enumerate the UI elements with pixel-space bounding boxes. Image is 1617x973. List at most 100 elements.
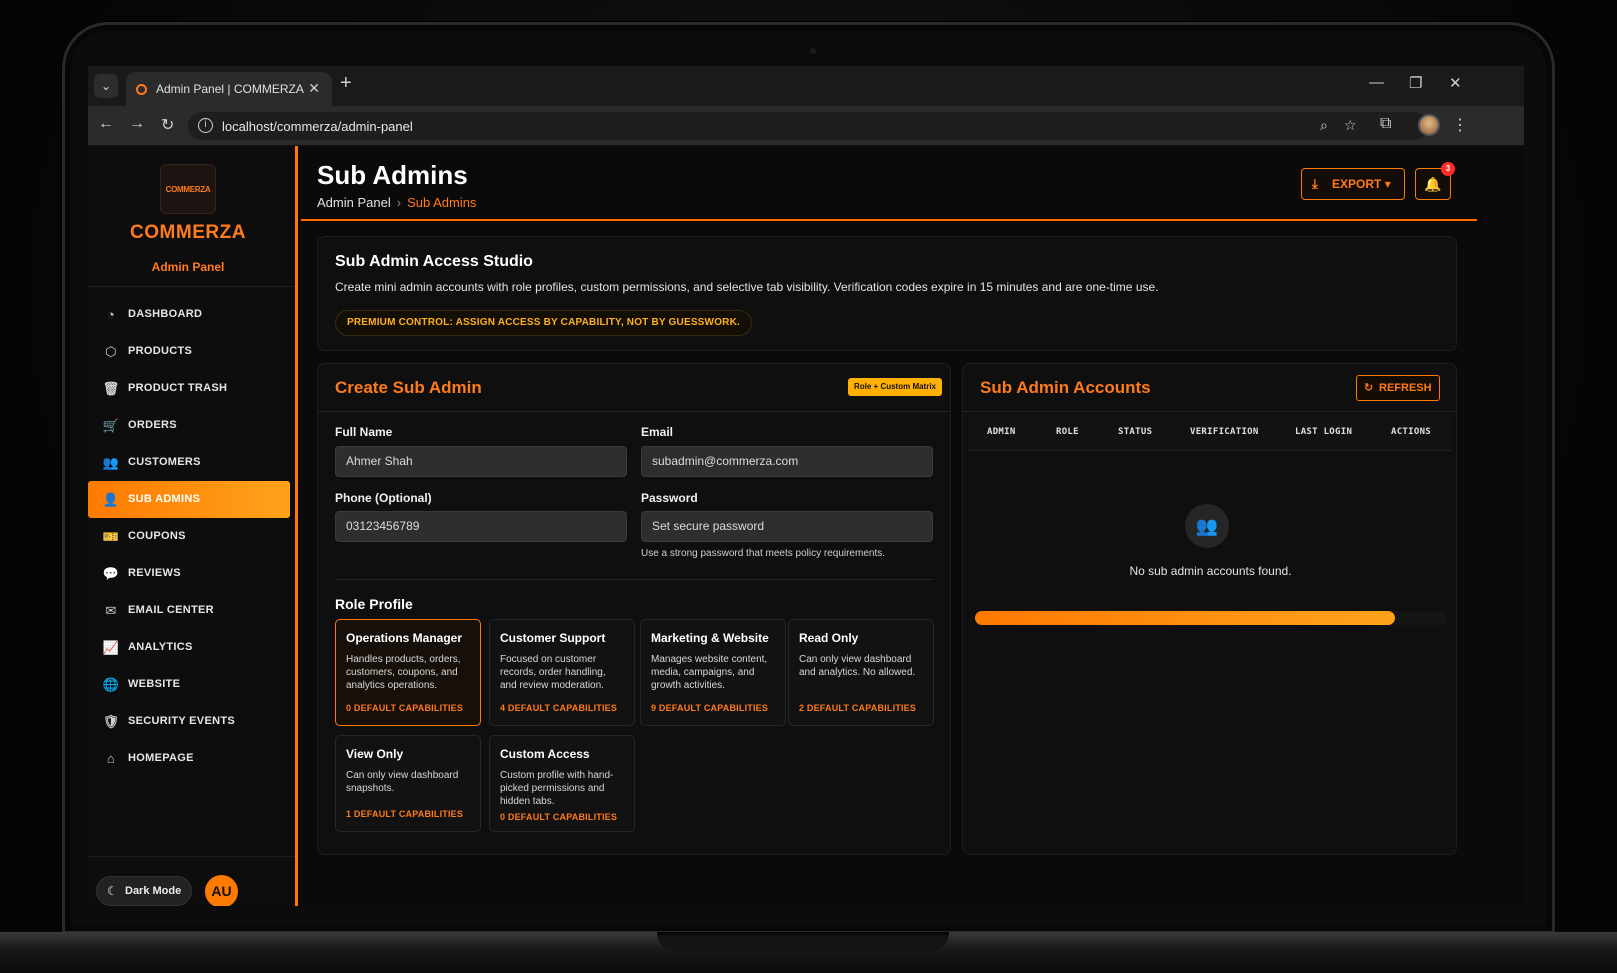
sidebar-item-label: CUSTOMERS	[128, 456, 201, 468]
zoom-icon[interactable]: ⌕	[1320, 117, 1328, 134]
role-description: Can only view dashboard snapshots.	[346, 770, 459, 794]
column-role[interactable]: ROLE	[1056, 427, 1079, 437]
role-card-customer-support[interactable]: Customer Support Focused on customer rec…	[489, 619, 635, 726]
sidebar-divider-bottom	[88, 856, 295, 857]
cart-icon: 🛒	[102, 418, 120, 433]
role-name: View Only	[346, 747, 404, 761]
kebab-menu-icon[interactable]: ⋮	[1452, 115, 1468, 135]
role-description: Focused on customer records, order handl…	[500, 654, 606, 691]
role-profile-title: Role Profile	[335, 596, 413, 612]
browser-toolbar: ← → ↻ i localhost/commerza/admin-panel ⌕…	[88, 106, 1524, 146]
main-content: Sub Admins Admin Panel › Sub Admins ⤓ EXPOR…	[301, 146, 1524, 906]
restore-icon[interactable]: ❐	[1409, 74, 1422, 92]
bookmark-star-icon[interactable]: ☆	[1344, 117, 1357, 134]
brand-subtitle: Admin Panel	[151, 260, 225, 274]
sidebar-item-homepage[interactable]: ⌂ HOMEPAGE	[88, 740, 295, 777]
sidebar-item-orders[interactable]: 🛒 ORDERS	[88, 407, 295, 444]
scroll-progress-fill[interactable]	[975, 611, 1396, 625]
full-name-input[interactable]: Ahmer Shah	[335, 446, 627, 477]
password-input[interactable]: Set secure password	[641, 511, 933, 542]
user-shield-icon: 👤	[102, 492, 120, 507]
column-status[interactable]: STATUS	[1118, 427, 1152, 437]
studio-description: Create mini admin accounts with role pro…	[335, 280, 1159, 294]
bell-icon: 🔔	[1424, 176, 1442, 192]
column-last-login[interactable]: LAST LOGIN	[1295, 427, 1352, 437]
minimize-icon[interactable]: —	[1369, 74, 1384, 91]
sidebar-item-product-trash[interactable]: 🗑 PRODUCT TRASH	[88, 370, 295, 407]
new-tab-icon[interactable]: +	[340, 72, 352, 95]
home-icon: ⌂	[106, 751, 116, 766]
address-bar[interactable]: i localhost/commerza/admin-panel ⌕ ☆	[188, 112, 1428, 140]
sidebar-divider	[88, 286, 295, 287]
webcam	[810, 48, 816, 54]
back-icon[interactable]: ←	[98, 115, 114, 133]
column-admin[interactable]: ADMIN	[987, 427, 1016, 437]
column-actions[interactable]: ACTIONS	[1391, 427, 1431, 437]
studio-title: Sub Admin Access Studio	[335, 253, 533, 270]
sidebar-item-sub-admins[interactable]: 👤 SUB ADMINS	[88, 481, 290, 518]
moon-icon: ☾	[107, 884, 118, 898]
role-card-custom-access[interactable]: Custom Access Custom profile with hand-p…	[489, 735, 635, 832]
notification-badge: 3	[1441, 162, 1455, 176]
page-header: Sub Admins Admin Panel › Sub Admins ⤓ EXPOR…	[301, 146, 1477, 221]
forward-icon[interactable]: →	[129, 115, 145, 133]
close-window-icon[interactable]: ✕	[1449, 74, 1462, 92]
role-name: Read Only	[799, 631, 859, 645]
sidebar-item-coupons[interactable]: 🎫 COUPONS	[88, 518, 295, 555]
sidebar-item-dashboard[interactable]: ◔ DASHBOARD	[88, 296, 295, 333]
refresh-button[interactable]: ↻ REFRESH	[1356, 375, 1440, 401]
trash-icon: 🗑	[102, 381, 120, 396]
role-name: Customer Support	[500, 631, 606, 645]
sidebar-item-label: ORDERS	[128, 419, 177, 431]
role-matrix-tag: Role + Custom Matrix	[847, 378, 942, 396]
sidebar-item-analytics[interactable]: 📈 ANALYTICS	[88, 629, 295, 666]
create-card-header: Create Sub Admin Role + Custom Matrix	[318, 364, 950, 412]
reload-icon[interactable]: ↻	[161, 115, 174, 135]
sidebar-item-website[interactable]: 🌐 WEBSITE	[88, 666, 295, 703]
role-card-read-only[interactable]: Read Only Can only view dashboard and an…	[788, 619, 934, 726]
breadcrumb-root[interactable]: Admin Panel	[317, 195, 391, 210]
sidebar-item-customers[interactable]: 👥 CUSTOMERS	[88, 444, 295, 481]
tab-search-icon[interactable]: ⌄	[94, 74, 118, 98]
sidebar-item-label: HOMEPAGE	[128, 752, 194, 764]
phone-input[interactable]: 03123456789	[335, 511, 627, 542]
browser-tab[interactable]: Admin Panel | COMMERZA ✕	[126, 72, 332, 106]
role-card-marketing-website[interactable]: Marketing & Website Manages website cont…	[640, 619, 786, 726]
device-backdrop: ⌄ Admin Panel | COMMERZA ✕ + — ❐ ✕ ← → ↻…	[0, 0, 1617, 973]
profile-avatar[interactable]	[1418, 114, 1440, 136]
sidebar-item-email-center[interactable]: ✉ EMAIL CENTER	[88, 592, 295, 629]
column-verification[interactable]: VERIFICATION	[1190, 427, 1259, 437]
page-title: Sub Admins	[317, 160, 468, 190]
dark-mode-label: Dark Mode	[125, 885, 182, 897]
sidebar-item-label: ANALYTICS	[128, 641, 193, 653]
email-label: Email	[641, 425, 674, 439]
role-card-operations-manager[interactable]: Operations Manager Handles products, ord…	[335, 619, 481, 726]
role-description: Can only view dashboard and analytics. N…	[799, 654, 916, 678]
email-input[interactable]: subadmin@commerza.com	[641, 446, 933, 477]
role-capabilities: 1 DEFAULT CAPABILITIES	[346, 809, 464, 819]
access-studio-card: Sub Admin Access Studio Create mini admi…	[317, 236, 1457, 351]
close-tab-icon[interactable]: ✕	[308, 80, 320, 97]
export-button[interactable]: ⤓ EXPORT ▾	[1301, 168, 1405, 200]
refresh-label: REFRESH	[1379, 382, 1432, 394]
create-sub-admin-card: Create Sub Admin Role + Custom Matrix Fu…	[317, 363, 951, 855]
user-avatar[interactable]: AU	[205, 875, 238, 906]
role-capabilities: 0 DEFAULT CAPABILITIES	[346, 703, 464, 713]
sidebar-item-security-events[interactable]: 🛡 SECURITY EVENTS	[88, 703, 295, 740]
sidebar-item-reviews[interactable]: 💬 REVIEWS	[88, 555, 295, 592]
role-card-view-only[interactable]: View Only Can only view dashboard snapsh…	[335, 735, 481, 832]
form-divider	[335, 579, 933, 580]
role-name: Operations Manager	[346, 631, 463, 645]
premium-control-pill: PREMIUM CONTROL: ASSIGN ACCESS BY CAPABI…	[335, 310, 752, 336]
dark-mode-toggle[interactable]: ☾ Dark Mode	[96, 876, 192, 906]
site-info-icon[interactable]: i	[198, 118, 213, 133]
sidebar-item-label: EMAIL CENTER	[128, 604, 214, 616]
sidebar-item-label: REVIEWS	[128, 567, 181, 579]
role-name: Custom Access	[500, 747, 590, 761]
tab-title: Admin Panel | COMMERZA	[156, 82, 304, 96]
extensions-icon[interactable]: ⧉	[1380, 115, 1391, 133]
analytics-icon: 📈	[102, 640, 120, 655]
download-icon: ⤓	[1312, 176, 1318, 191]
sidebar-item-products[interactable]: ⬡ PRODUCTS	[88, 333, 295, 370]
scroll-progress-track[interactable]	[975, 611, 1447, 625]
